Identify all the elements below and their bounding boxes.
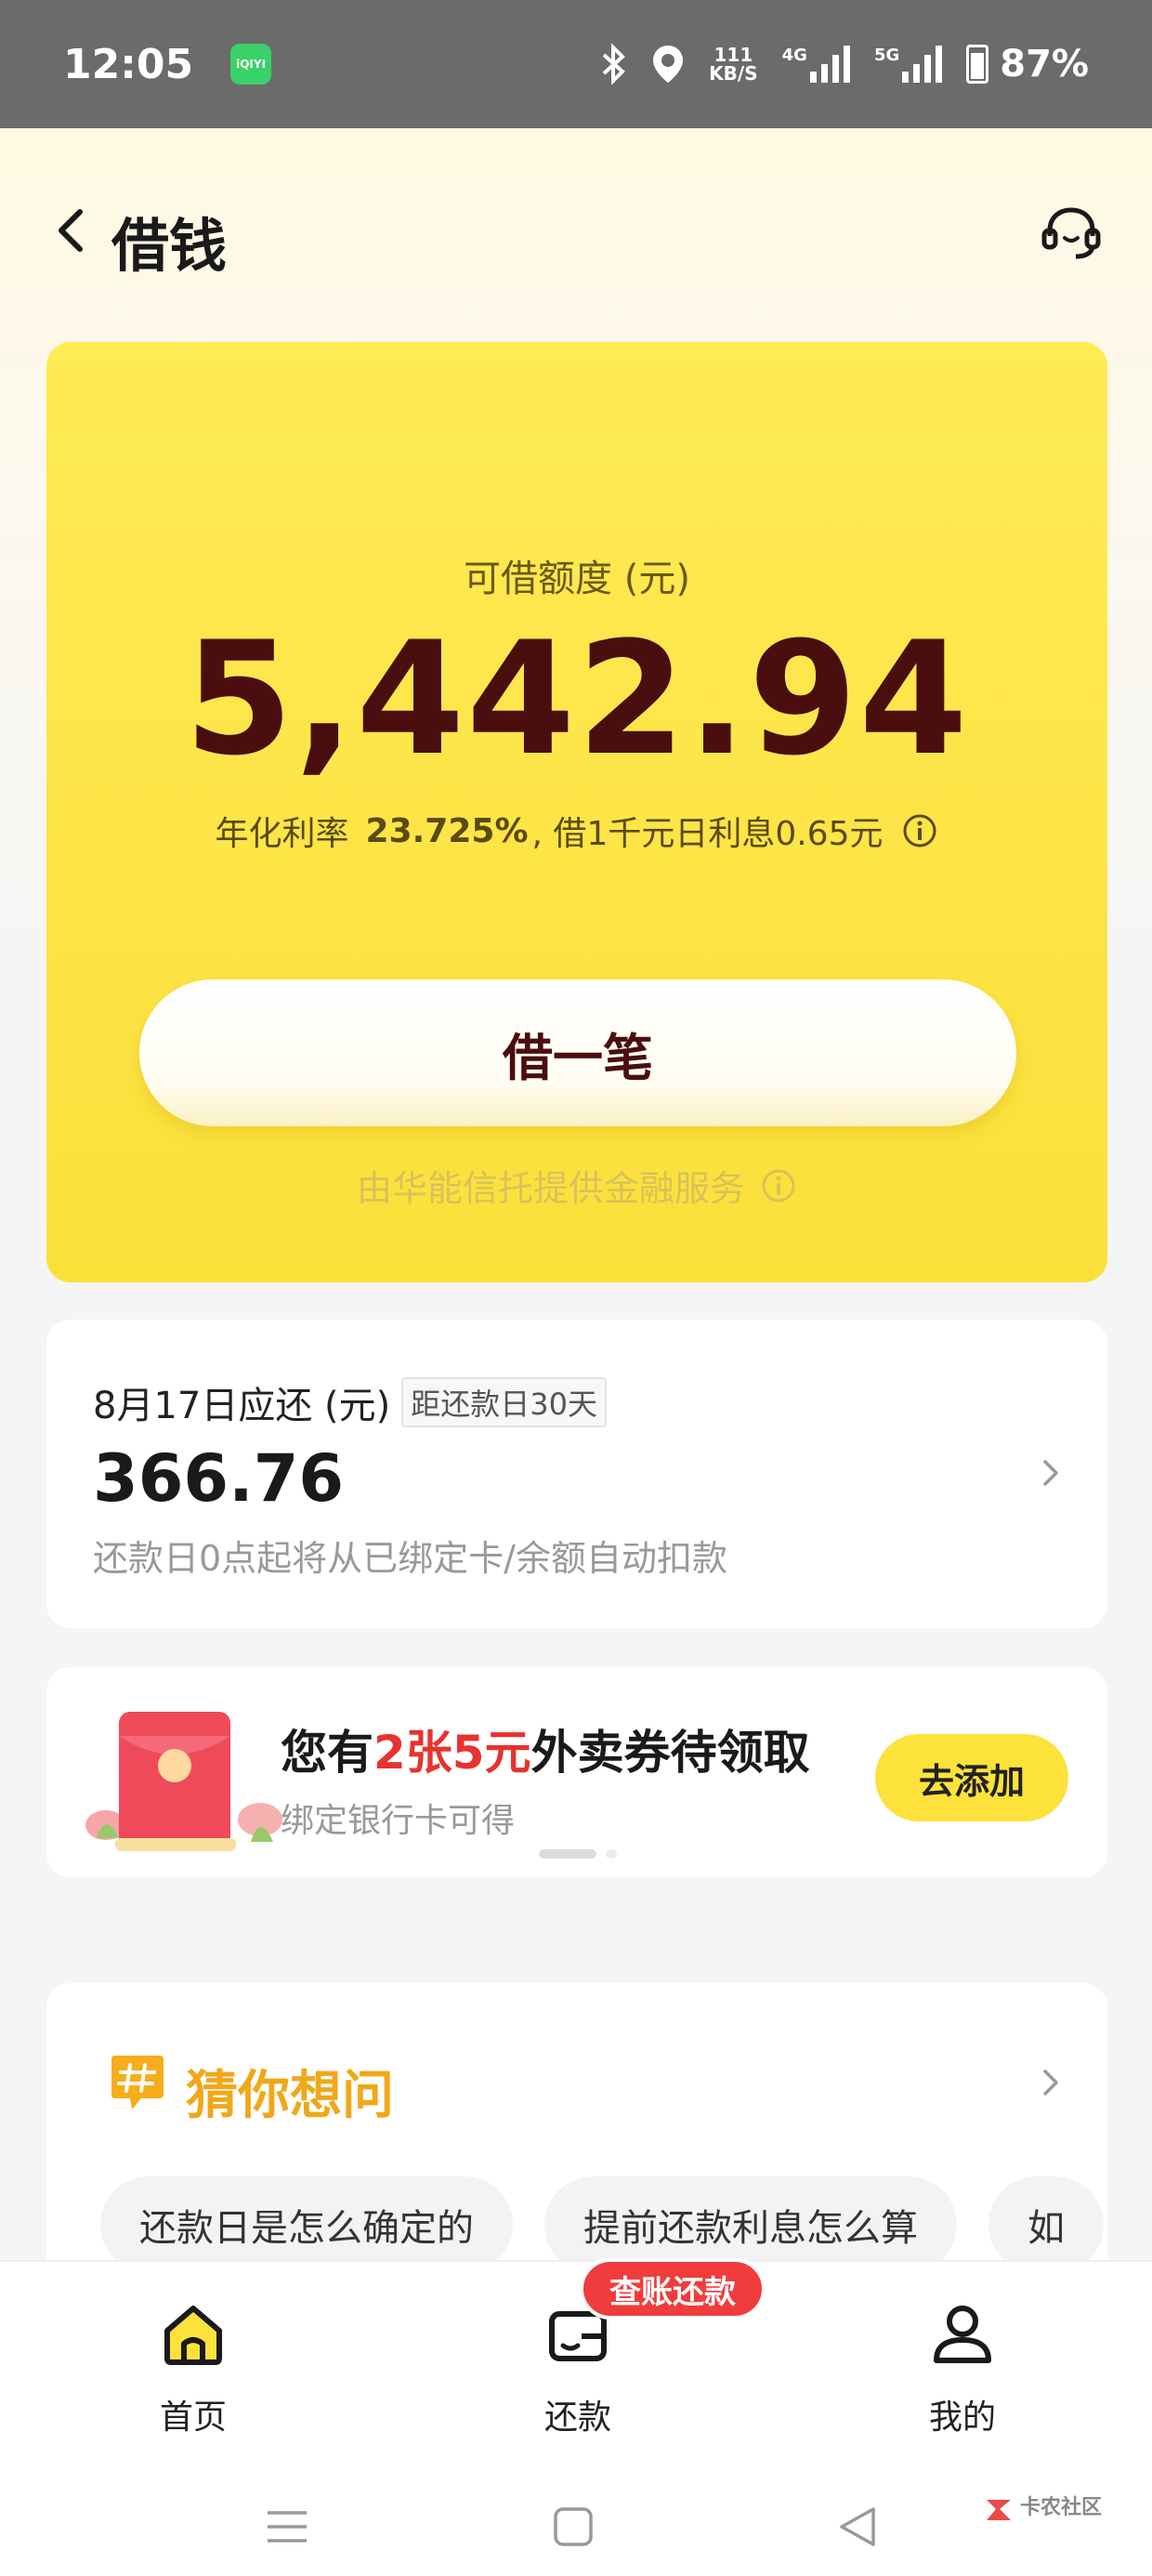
repayment-amount: 366.76 [93, 1440, 345, 1517]
coupon-promo-card: 您有2张5元外卖券待领取 绑定银行卡可得 去添加 [46, 1667, 1107, 1877]
info-icon[interactable] [901, 812, 938, 849]
status-bar: 12:05 iQIYI 111 KB/S 4G 5G 87% [0, 0, 1152, 128]
home-icon [164, 2306, 222, 2365]
chevron-right-icon[interactable] [1035, 1457, 1067, 1489]
network-speed: 111 KB/S [709, 46, 757, 83]
faq-title: 猜你想问 [186, 2066, 394, 2126]
credit-limit-card: 可借额度 (元) 5,442.94 年化利率 23.725% , 借1千元日利息… [46, 342, 1107, 1282]
bluetooth-icon [602, 44, 626, 85]
repayment-card[interactable]: 8月17日应还 (元) 距还款日30天 366.76 还款日0点起将从已绑定卡/… [46, 1320, 1107, 1628]
watermark-text: 卡农社区 [1020, 2495, 1103, 2519]
nav-home-label: 首页 [159, 2399, 227, 2437]
home-square-icon[interactable] [550, 2504, 596, 2550]
hashtag-icon [111, 2056, 164, 2109]
days-until-due-badge: 距还款日30天 [401, 1377, 608, 1427]
repayment-title-row: 8月17日应还 (元) 距还款日30天 [93, 1375, 608, 1429]
battery-percent: 87% [1000, 43, 1089, 85]
provider-text: 由华能信托提供金融服务 [356, 1168, 745, 1209]
speed-unit: KB/S [709, 62, 758, 85]
nav-mine-label: 我的 [928, 2399, 996, 2437]
interest-rate-row: 年化利率 23.725% , 借1千元日利息0.65元 [46, 807, 1107, 855]
add-card-button[interactable]: 去添加 [875, 1734, 1068, 1821]
nav-repay-label: 还款 [543, 2399, 611, 2437]
bottom-nav: 首页 还款 我的 [0, 2260, 1152, 2476]
promo-title-b: 外卖券待领取 [530, 1726, 810, 1780]
credit-limit-label: 可借额度 (元) [464, 558, 690, 600]
rate-value: 23.725% [365, 811, 529, 850]
page-header: 借钱 [0, 177, 1152, 288]
net-label-5g: 5G [873, 46, 900, 65]
promo-title-a: 您有 [281, 1726, 373, 1780]
borrow-button[interactable]: 借一笔 [139, 979, 1016, 1126]
status-time: 12:05 [63, 40, 194, 88]
carousel-dot [606, 1849, 617, 1859]
menu-icon[interactable] [264, 2504, 310, 2550]
repayment-title: 8月17日应还 (元) [93, 1385, 391, 1427]
signal-4g-icon: 4G [782, 46, 850, 83]
back-icon[interactable] [46, 203, 102, 258]
credit-limit-amount: 5,442.94 [184, 608, 970, 790]
location-icon [653, 46, 684, 83]
page-title: 借钱 [111, 212, 228, 280]
rate-prefix: 年化利率 [215, 815, 349, 853]
customer-service-icon[interactable] [1039, 201, 1104, 266]
net-label-4g: 4G [781, 46, 807, 65]
user-icon [934, 2306, 991, 2363]
faq-chip[interactable]: 如 [988, 2176, 1104, 2273]
nav-home[interactable]: 首页 [119, 2299, 268, 2438]
rate-suffix: , 借1千元日利息0.65元 [531, 815, 884, 853]
battery-icon [966, 45, 989, 84]
repayment-note: 还款日0点起将从已绑定卡/余额自动扣款 [93, 1538, 727, 1579]
iqiyi-app-icon: iQIYI [230, 44, 272, 85]
watermark: 卡农社区 [983, 2492, 1102, 2524]
status-indicators: 111 KB/S 4G 5G 87% [599, 43, 1089, 85]
red-envelope-icon [85, 1712, 282, 1851]
carousel-dot-active [539, 1849, 596, 1859]
promo-title: 您有2张5元外卖券待领取 [281, 1715, 810, 1782]
provider-info-icon[interactable] [760, 1167, 797, 1204]
system-nav-bar [0, 2476, 1152, 2576]
promo-subtitle: 绑定银行卡可得 [281, 1802, 516, 1840]
watermark-logo-icon [987, 2500, 1011, 2520]
faq-chip[interactable]: 还款日是怎么确定的 [100, 2176, 513, 2273]
nav-repay[interactable]: 还款 [504, 2299, 652, 2438]
nav-mine[interactable]: 我的 [888, 2299, 1037, 2438]
back-triangle-icon[interactable] [834, 2504, 881, 2550]
faq-chevron-right-icon[interactable] [1035, 2067, 1067, 2098]
signal-5g-icon: 5G [873, 46, 943, 83]
provider-row: 由华能信托提供金融服务 [46, 1160, 1107, 1211]
promo-title-highlight: 2张5元 [373, 1726, 531, 1780]
carousel-indicator [539, 1849, 617, 1859]
bill-repay-badge[interactable]: 查账还款 [580, 2258, 766, 2320]
speed-value: 111 [713, 44, 753, 66]
